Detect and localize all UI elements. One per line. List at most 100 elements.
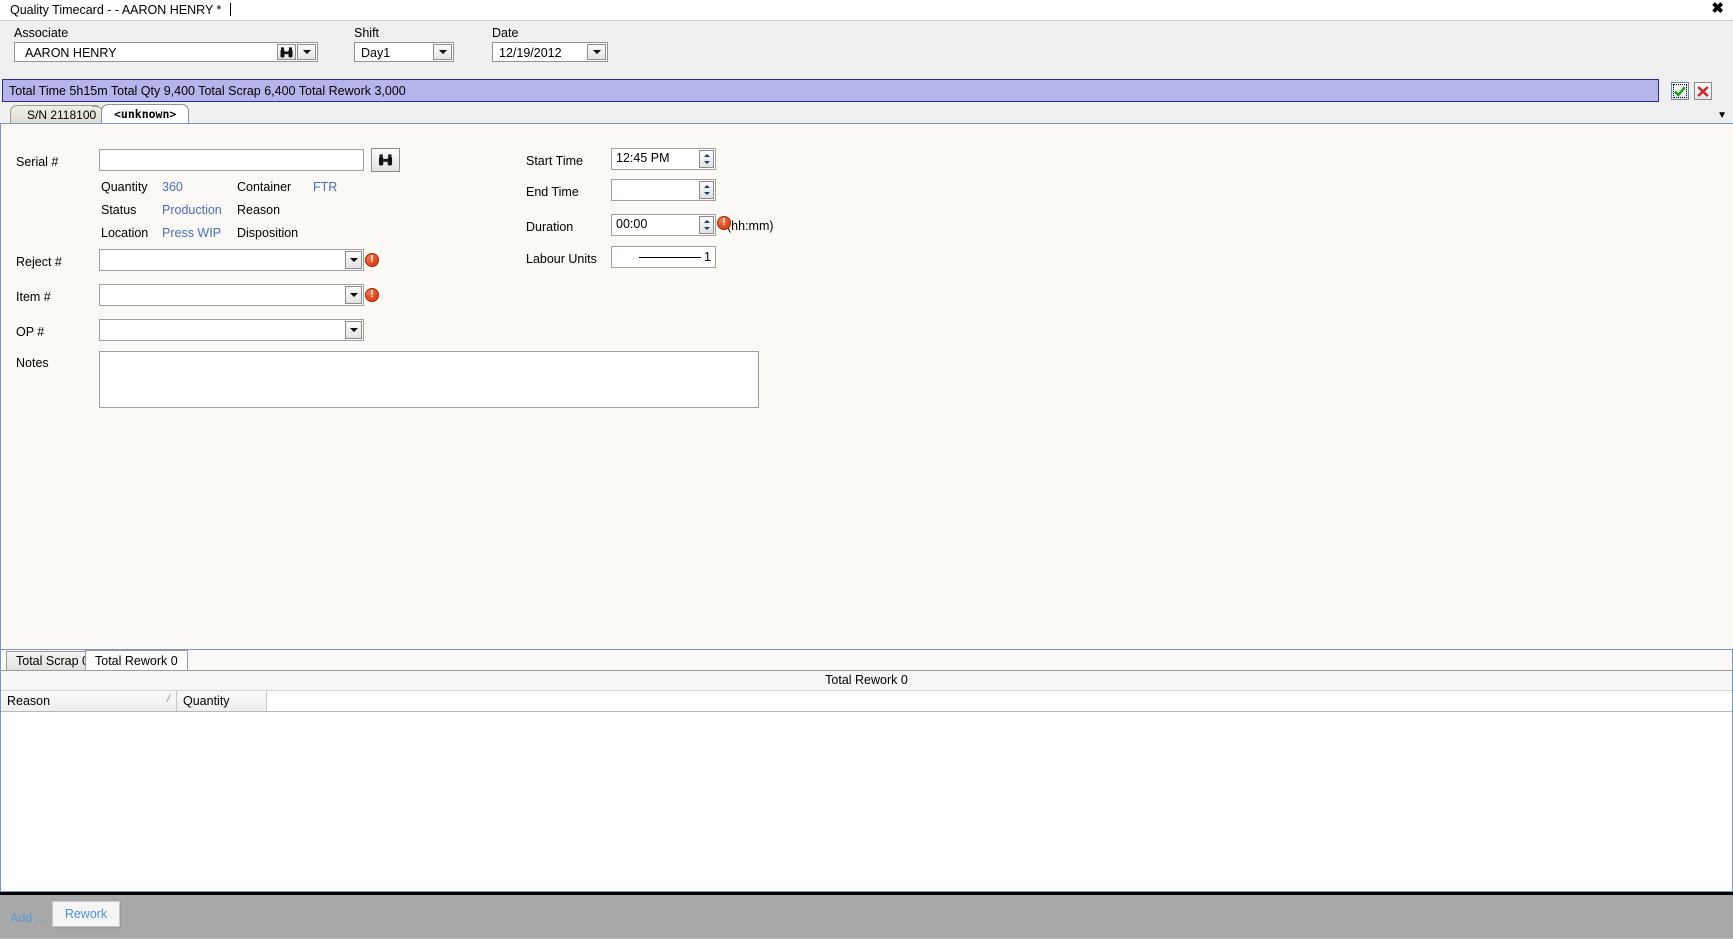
end-time-spinner[interactable] — [699, 181, 714, 199]
reject-dropdown-arrow[interactable] — [345, 251, 362, 269]
shift-dropdown-arrow[interactable] — [433, 44, 452, 60]
location-label: Location — [101, 226, 149, 240]
rework-button-label: Rework — [64, 907, 108, 921]
chevron-down-icon — [349, 293, 358, 297]
associate-field-group: Associate AARON HENRY — [14, 27, 318, 62]
rework-grid: Total Rework 0 Reason ⁄ Quantity — [0, 670, 1733, 892]
date-dropdown-arrow[interactable] — [587, 44, 606, 60]
serial-search-button[interactable] — [371, 148, 400, 172]
serial-input[interactable] — [99, 149, 364, 171]
column-header-quantity[interactable]: Quantity — [177, 691, 267, 711]
location-value: Press WIP — [162, 226, 222, 240]
status-label: Status — [101, 203, 137, 217]
chevron-down-icon[interactable]: ▼ — [1717, 110, 1727, 121]
item-dropdown-arrow[interactable] — [345, 286, 362, 304]
duration-format-hint: (hh:mm) — [727, 219, 774, 233]
add-link[interactable]: Add ... — [10, 911, 46, 925]
grid-body[interactable] — [1, 712, 1732, 872]
duration-input[interactable]: 00:00 — [611, 214, 716, 236]
spinner-up-icon — [703, 154, 710, 157]
op-label: OP # — [16, 325, 45, 339]
chevron-down-icon — [438, 50, 447, 54]
quantity-label: Quantity — [101, 180, 148, 194]
shift-label: Shift — [354, 26, 380, 40]
grid-header-row: Reason ⁄ Quantity — [1, 691, 1732, 712]
document-tab[interactable]: Quality Timecard - - AARON HENRY * — [8, 1, 237, 19]
column-header-reason[interactable]: Reason ⁄ — [1, 691, 177, 711]
record-tab-serial-label: S/N 2118100 — [27, 108, 97, 122]
start-time-value[interactable]: 12:45 PM — [612, 149, 698, 169]
shift-field-group: Shift Day1 — [354, 27, 454, 62]
reason-label: Reason — [237, 203, 281, 217]
op-value[interactable] — [100, 320, 344, 340]
application-window: Quality Timecard - - AARON HENRY * ✖ Ass… — [0, 0, 1733, 939]
duration-value[interactable]: 00:00 — [612, 215, 698, 235]
date-combo[interactable]: 12/19/2012 — [492, 42, 608, 62]
shift-value[interactable]: Day1 — [355, 43, 433, 61]
date-value[interactable]: 12/19/2012 — [493, 43, 587, 61]
spinner-down-icon — [703, 192, 710, 195]
quantity-value: 360 — [162, 180, 183, 194]
serial-label: Serial # — [16, 155, 59, 169]
status-value: Production — [162, 203, 222, 217]
start-time-spinner[interactable] — [699, 150, 714, 168]
binoculars-icon[interactable] — [277, 44, 296, 60]
close-icon[interactable]: ✖ — [1711, 1, 1724, 17]
record-tab-unknown[interactable]: <unknown> — [101, 104, 190, 123]
reject-label: Reject # — [16, 255, 62, 269]
bottom-tabstrip: Total Scrap 0 Total Rework 0 — [0, 650, 1733, 670]
item-dropdown[interactable] — [99, 284, 364, 306]
action-bar: Add ... Rework — [0, 892, 1733, 939]
op-dropdown-arrow[interactable] — [345, 321, 362, 339]
labour-units-input[interactable]: 1 — [611, 246, 716, 268]
tab-total-rework[interactable]: Total Rework 0 — [85, 650, 188, 670]
duration-error-icon[interactable]: ! — [717, 216, 731, 230]
item-error-icon[interactable]: ! — [365, 288, 379, 302]
duration-spinner[interactable] — [699, 216, 714, 234]
date-field-group: Date 12/19/2012 — [492, 27, 608, 62]
associate-value[interactable]: AARON HENRY — [15, 43, 277, 61]
start-time-label: Start Time — [526, 154, 583, 168]
cancel-button[interactable] — [1694, 82, 1712, 100]
column-header-reason-label: Reason — [7, 694, 51, 708]
bottom-section: Total Scrap 0 Total Rework 0 Total Rewor… — [0, 650, 1733, 892]
rework-button[interactable]: Rework — [52, 901, 120, 927]
labour-units-value: 1 — [704, 250, 711, 264]
reject-dropdown[interactable] — [99, 249, 364, 271]
tab-total-rework-label: Total Rework 0 — [95, 654, 178, 668]
end-time-value[interactable] — [612, 180, 698, 200]
spinner-down-icon — [703, 161, 710, 164]
duration-label: Duration — [526, 220, 574, 234]
tab-total-scrap-label: Total Scrap 0 — [16, 654, 89, 668]
spinner-up-icon — [703, 220, 710, 223]
labour-units-label: Labour Units — [526, 252, 597, 266]
notes-textarea[interactable] — [99, 351, 759, 408]
end-time-input[interactable] — [611, 179, 716, 201]
associate-dropdown-arrow[interactable] — [297, 44, 316, 60]
reject-value[interactable] — [100, 250, 344, 270]
grid-caption: Total Rework 0 — [1, 671, 1732, 691]
shift-combo[interactable]: Day1 — [354, 42, 454, 62]
accept-button[interactable] — [1671, 82, 1689, 100]
totals-summary-bar: Total Time 5h15m Total Qty 9,400 Total S… — [2, 79, 1659, 102]
op-dropdown[interactable] — [99, 319, 364, 341]
header-toolbar: Associate AARON HENRY Shift Day1 Date 12… — [0, 21, 1733, 78]
associate-combo[interactable]: AARON HENRY — [14, 42, 318, 62]
column-header-quantity-label: Quantity — [183, 694, 230, 708]
chevron-down-icon — [592, 50, 601, 54]
column-header-filler — [267, 691, 1732, 711]
detail-panel: ▼ Serial # Quantity 360 Container FTR St… — [0, 110, 1733, 650]
binoculars-icon — [378, 154, 393, 166]
record-tabstrip: S/N 2118100 <unknown> — [0, 104, 1733, 123]
document-tab-label: Quality Timecard - - AARON HENRY * — [10, 3, 222, 17]
item-value[interactable] — [100, 285, 344, 305]
reject-error-icon[interactable]: ! — [365, 253, 379, 267]
record-tab-serial[interactable]: S/N 2118100 — [10, 105, 102, 123]
start-time-input[interactable]: 12:45 PM — [611, 148, 716, 170]
spinner-down-icon — [703, 227, 710, 230]
container-value: FTR — [313, 180, 338, 194]
end-time-label: End Time — [526, 185, 579, 199]
chevron-down-icon — [302, 50, 311, 54]
associate-label: Associate — [14, 26, 69, 40]
chevron-down-icon — [349, 328, 358, 332]
